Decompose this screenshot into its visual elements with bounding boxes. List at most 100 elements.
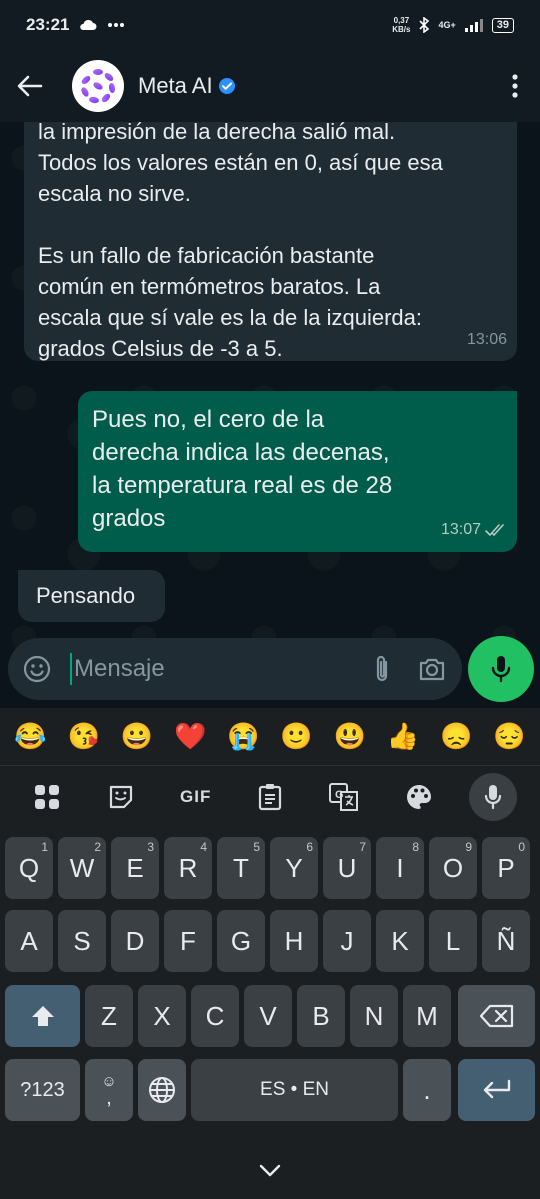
text-caret [70,653,72,685]
key-hint: 0 [518,840,525,854]
key-hint: 9 [465,840,472,854]
key-w[interactable]: 2W [58,837,106,899]
emoji-icon [23,655,51,683]
chevron-down-icon [259,1164,281,1177]
paperclip-icon [376,655,388,682]
key-n-tilde[interactable]: Ñ [482,910,530,972]
sticker-button[interactable] [97,773,145,821]
key-y[interactable]: 6Y [270,837,318,899]
key-g[interactable]: G [217,910,265,972]
message-input[interactable] [74,655,324,683]
camera-icon [419,658,445,681]
key-x[interactable]: X [138,985,186,1047]
message-outgoing[interactable]: Pues no, el cero de la derecha indica la… [78,391,517,552]
key-q[interactable]: 1Q [5,837,53,899]
emoji-suggestion[interactable]: 👍 [376,721,429,752]
key-o[interactable]: 9O [429,837,477,899]
key-hint: 5 [253,840,260,854]
key-e[interactable]: 3E [111,837,159,899]
emoji-suggestion[interactable]: ❤️ [164,721,217,752]
avatar[interactable] [72,60,124,112]
bluetooth-icon [419,17,430,33]
key-label: R [178,852,198,883]
key-d[interactable]: D [111,910,159,972]
globe-icon [149,1077,175,1103]
key-label: Y [285,852,303,883]
key-f[interactable]: F [164,910,212,972]
key-hint: 4 [200,840,207,854]
emoji-suggestion[interactable]: 😘 [57,721,110,752]
message-incoming[interactable]: la impresión de la derecha salió mal. To… [24,122,517,361]
speed-value: 0,37 [393,16,410,25]
theme-button[interactable] [395,773,443,821]
emoji-suggestion[interactable]: 😃 [323,721,376,752]
symbols-key[interactable]: ?123 [5,1059,80,1121]
hide-keyboard-button[interactable] [259,1164,281,1183]
enter-key[interactable] [458,1059,535,1121]
network-speed: 0,37 KB/s [392,16,410,34]
more-options-button[interactable] [490,50,540,122]
key-m[interactable]: M [403,985,451,1047]
key-u[interactable]: 7U [323,837,371,899]
key-b[interactable]: B [297,985,345,1047]
message-text: la impresión de la derecha salió mal. To… [38,122,443,361]
screen: 23:21 0,37 KB/s 4G+ 39 Meta AI la impres… [0,0,540,1199]
clock: 23:21 [26,15,70,34]
key-row-3: Z X C V B N M [0,985,540,1047]
key-s[interactable]: S [58,910,106,972]
apps-grid-button[interactable] [23,773,71,821]
key-v[interactable]: V [244,985,292,1047]
status-right: 0,37 KB/s 4G+ 39 [392,16,514,34]
emoji-suggestion[interactable]: 😭 [217,721,270,752]
voice-message-button[interactable] [468,636,534,702]
emoji-comma-key[interactable]: ☺ , [85,1059,133,1121]
key-a[interactable]: A [5,910,53,972]
key-label: O [442,852,464,883]
period-key[interactable]: . [403,1059,451,1121]
key-h[interactable]: H [270,910,318,972]
key-l[interactable]: L [429,910,477,972]
status-left: 23:21 [26,15,125,35]
back-button[interactable] [0,50,60,122]
space-key[interactable]: ES • EN [191,1059,398,1121]
camera-button[interactable] [402,638,462,700]
key-i[interactable]: 8I [376,837,424,899]
contact-name[interactable]: Meta AI [138,73,213,99]
clipboard-button[interactable] [246,773,294,821]
key-n[interactable]: N [350,985,398,1047]
key-k[interactable]: K [376,910,424,972]
shift-key[interactable] [5,985,80,1047]
key-p[interactable]: 0P [482,837,530,899]
keyboard-toolbar: GIF G [0,766,540,828]
backspace-icon [479,1004,513,1028]
gif-button[interactable]: GIF [172,773,220,821]
mic-icon [491,656,511,683]
key-j[interactable]: J [323,910,371,972]
emoji-button[interactable] [8,638,66,700]
emoji-suggestion[interactable]: 😔 [483,721,536,752]
chat-area[interactable]: la impresión de la derecha salió mal. To… [0,122,540,708]
emoji-suggestion[interactable]: 🙂 [270,721,323,752]
emoji-suggestion[interactable]: 😀 [110,721,163,752]
translate-button[interactable]: G [320,773,368,821]
chat-header: Meta AI [0,50,540,122]
thinking-text: Pensando [36,583,136,608]
key-hint: 3 [147,840,154,854]
battery-indicator: 39 [491,17,514,33]
key-c[interactable]: C [191,985,239,1047]
backspace-key[interactable] [458,985,535,1047]
message-time-wrap: 13:07 [441,513,507,546]
comma-label: , [106,1087,112,1109]
shift-icon [31,1006,54,1026]
language-key[interactable] [138,1059,186,1121]
key-r[interactable]: 4R [164,837,212,899]
voice-typing-button[interactable] [468,773,517,821]
sticker-icon [110,785,133,809]
key-t[interactable]: 5T [217,837,265,899]
clipboard-icon [258,784,282,811]
grid-icon [35,785,60,809]
key-z[interactable]: Z [85,985,133,1047]
attach-button[interactable] [362,638,402,700]
emoji-suggestion[interactable]: 😞 [430,721,483,752]
emoji-suggestion[interactable]: 😂 [4,721,57,752]
